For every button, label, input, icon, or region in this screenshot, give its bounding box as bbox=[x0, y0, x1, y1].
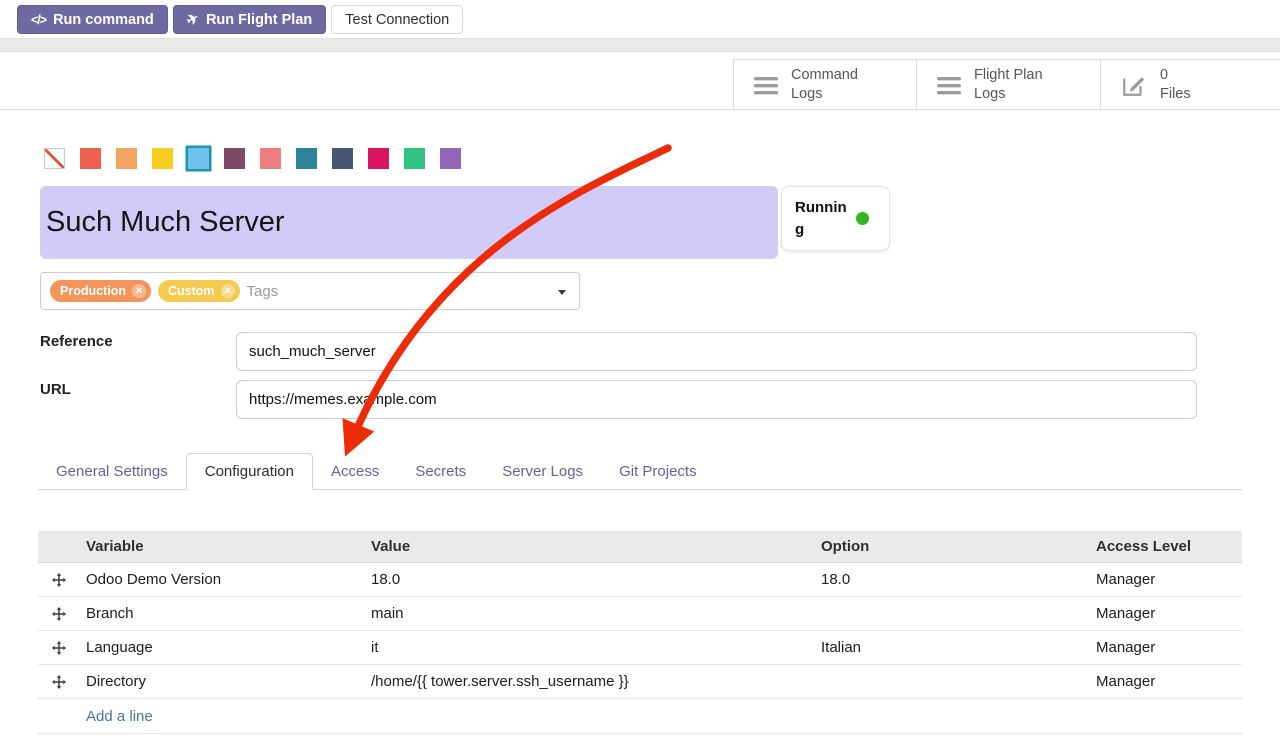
cell-option[interactable]: Italian bbox=[815, 639, 1090, 656]
page: </> Run command ✈ Run Flight Plan Test C… bbox=[0, 0, 1280, 742]
table-row[interactable]: Odoo Demo Version 18.0 18.0 Manager bbox=[38, 563, 1242, 597]
run-flight-plan-label: Run Flight Plan bbox=[206, 12, 312, 28]
color-swatch[interactable] bbox=[440, 148, 461, 169]
server-name-field[interactable]: Such Much Server bbox=[40, 186, 778, 259]
color-swatch[interactable] bbox=[80, 148, 101, 169]
tab-secrets[interactable]: Secrets bbox=[397, 453, 484, 489]
color-swatch[interactable] bbox=[224, 148, 245, 169]
reference-label: Reference bbox=[40, 333, 113, 350]
run-flight-plan-button[interactable]: ✈ Run Flight Plan bbox=[173, 5, 326, 34]
move-icon bbox=[52, 641, 66, 655]
tag-custom: Custom × bbox=[158, 280, 240, 302]
flight-plan-logs-button[interactable]: Flight Plan Logs bbox=[916, 60, 1100, 110]
tag-remove-icon[interactable]: × bbox=[221, 284, 235, 298]
cell-option[interactable]: 18.0 bbox=[815, 571, 1090, 588]
move-icon bbox=[52, 573, 66, 587]
test-connection-button[interactable]: Test Connection bbox=[331, 5, 463, 34]
stat-label-line1: Command bbox=[791, 66, 858, 85]
tag-production: Production × bbox=[50, 280, 151, 302]
stat-label-line2: Logs bbox=[974, 85, 1043, 104]
color-swatch[interactable] bbox=[116, 148, 137, 169]
move-icon bbox=[52, 675, 66, 689]
status-label: Running bbox=[795, 197, 847, 241]
add-a-line-link[interactable]: Add a line bbox=[38, 699, 1242, 734]
url-input[interactable] bbox=[236, 380, 1197, 419]
color-swatch-selected[interactable] bbox=[188, 148, 209, 169]
status-dot-icon bbox=[856, 212, 869, 225]
tab-server-logs[interactable]: Server Logs bbox=[484, 453, 601, 489]
cell-value[interactable]: it bbox=[365, 639, 815, 656]
cell-value[interactable]: main bbox=[365, 605, 815, 622]
drag-handle[interactable] bbox=[38, 573, 80, 587]
gray-separator-band bbox=[0, 38, 1280, 52]
cell-access-level[interactable]: Manager bbox=[1090, 571, 1242, 588]
menu-bars-icon bbox=[754, 76, 778, 95]
cell-value[interactable]: 18.0 bbox=[365, 571, 815, 588]
cell-access-level[interactable]: Manager bbox=[1090, 673, 1242, 690]
command-logs-button[interactable]: Command Logs bbox=[733, 60, 916, 110]
tags-placeholder: Tags bbox=[247, 283, 279, 300]
cell-access-level[interactable]: Manager bbox=[1090, 639, 1242, 656]
cell-access-level[interactable]: Manager bbox=[1090, 605, 1242, 622]
dropdown-caret-icon[interactable] bbox=[558, 290, 566, 295]
color-swatch[interactable] bbox=[332, 148, 353, 169]
run-command-label: Run command bbox=[53, 12, 154, 28]
files-count: 0 bbox=[1160, 66, 1191, 85]
header-value: Value bbox=[365, 538, 815, 555]
menu-bars-icon bbox=[937, 76, 961, 95]
color-swatch[interactable] bbox=[296, 148, 317, 169]
configuration-table: Variable Value Option Access Level Odoo … bbox=[38, 531, 1242, 734]
test-connection-label: Test Connection bbox=[345, 12, 449, 28]
run-command-button[interactable]: </> Run command bbox=[17, 5, 168, 34]
tab-general-settings[interactable]: General Settings bbox=[38, 453, 186, 489]
header-option: Option bbox=[815, 538, 1090, 555]
tag-remove-icon[interactable]: × bbox=[132, 284, 146, 298]
color-swatch[interactable] bbox=[368, 148, 389, 169]
table-header-row: Variable Value Option Access Level bbox=[38, 531, 1242, 563]
cell-variable[interactable]: Language bbox=[80, 639, 365, 656]
color-palette bbox=[44, 148, 461, 169]
cell-variable[interactable]: Branch bbox=[80, 605, 365, 622]
drag-handle[interactable] bbox=[38, 641, 80, 655]
color-swatch[interactable] bbox=[404, 148, 425, 169]
url-label: URL bbox=[40, 381, 71, 398]
move-icon bbox=[52, 607, 66, 621]
color-swatch[interactable] bbox=[152, 148, 173, 169]
notebook-tabs: General Settings Configuration Access Se… bbox=[38, 453, 1242, 490]
tab-access[interactable]: Access bbox=[313, 453, 397, 489]
cell-value[interactable]: /home/{{ tower.server.ssh_username }} bbox=[365, 673, 815, 690]
tag-label: Production bbox=[60, 284, 126, 298]
paper-plane-icon: ✈ bbox=[184, 10, 202, 30]
header-access-level: Access Level bbox=[1090, 538, 1242, 555]
tab-configuration[interactable]: Configuration bbox=[186, 453, 313, 490]
header-variable: Variable bbox=[80, 538, 365, 555]
stat-label-line2: Logs bbox=[791, 85, 858, 104]
drag-handle[interactable] bbox=[38, 607, 80, 621]
files-button[interactable]: 0 Files bbox=[1100, 60, 1280, 110]
tags-input[interactable]: Production × Custom × Tags bbox=[40, 272, 580, 310]
reference-input[interactable] bbox=[236, 332, 1197, 371]
edit-pencil-icon bbox=[1121, 72, 1147, 98]
stat-buttons: Command Logs Flight Plan Logs bbox=[733, 59, 1280, 110]
tab-git-projects[interactable]: Git Projects bbox=[601, 453, 715, 489]
tag-label: Custom bbox=[168, 284, 215, 298]
color-swatch-none[interactable] bbox=[44, 148, 65, 169]
cell-variable[interactable]: Odoo Demo Version bbox=[80, 571, 365, 588]
files-label: Files bbox=[1160, 85, 1191, 104]
server-name-text: Such Much Server bbox=[46, 206, 285, 239]
table-row[interactable]: Language it Italian Manager bbox=[38, 631, 1242, 665]
action-toolbar: </> Run command ✈ Run Flight Plan Test C… bbox=[17, 5, 463, 34]
color-swatch[interactable] bbox=[260, 148, 281, 169]
stat-label-line1: Flight Plan bbox=[974, 66, 1043, 85]
code-icon: </> bbox=[31, 13, 46, 27]
drag-handle[interactable] bbox=[38, 675, 80, 689]
cell-variable[interactable]: Directory bbox=[80, 673, 365, 690]
table-row[interactable]: Directory /home/{{ tower.server.ssh_user… bbox=[38, 665, 1242, 699]
form-header: Command Logs Flight Plan Logs bbox=[0, 52, 1280, 110]
status-button[interactable]: Running bbox=[781, 186, 890, 251]
table-row[interactable]: Branch main Manager bbox=[38, 597, 1242, 631]
